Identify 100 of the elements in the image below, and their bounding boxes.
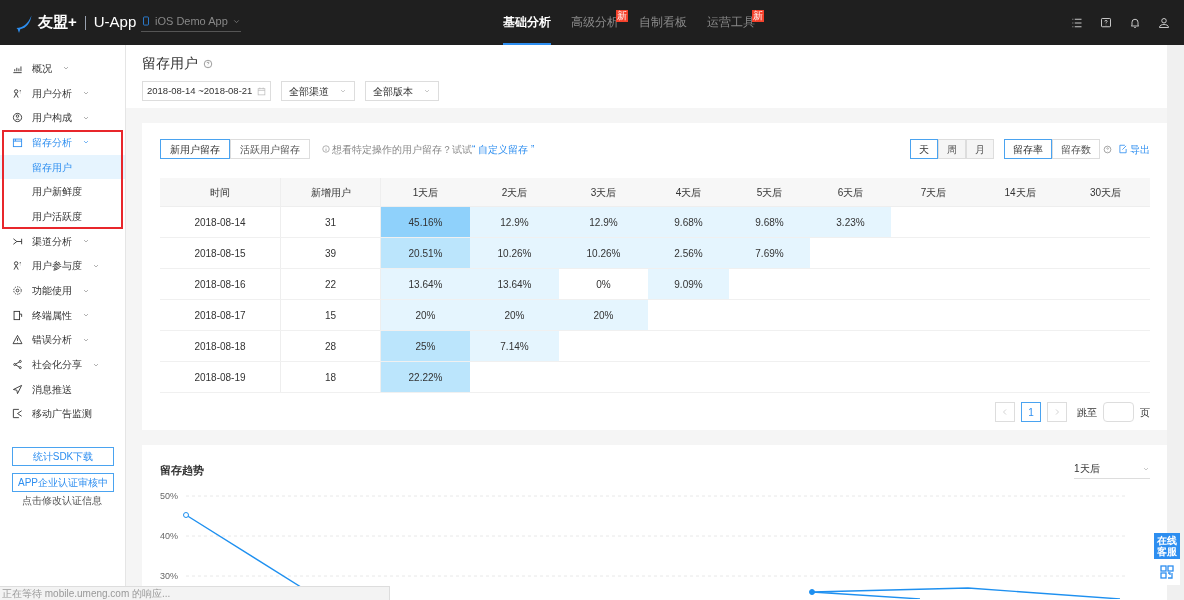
segment-tab[interactable]: 留存数 bbox=[1052, 139, 1100, 159]
jump-label: 跳至 bbox=[1077, 405, 1097, 420]
heatmap-cell: 25% bbox=[381, 331, 470, 361]
calendar-icon bbox=[257, 86, 266, 96]
document-edit-icon bbox=[1118, 144, 1128, 154]
heatmap-cell: 12.9% bbox=[470, 207, 559, 237]
sidebar-button[interactable]: APP企业认证审核中 bbox=[12, 473, 114, 493]
sidebar-item[interactable]: 移动广告监测 bbox=[0, 401, 125, 427]
column-header: 7天后 bbox=[919, 185, 948, 200]
sidebar-item[interactable]: 渠道分析 bbox=[0, 228, 125, 254]
period-dropdown[interactable]: 1天后 bbox=[1074, 461, 1150, 479]
monitor-icon bbox=[12, 408, 23, 420]
new-badge: 新 bbox=[751, 10, 764, 22]
chevron-down-icon bbox=[339, 87, 347, 95]
segment-tab[interactable]: 活跃用户留存 bbox=[230, 139, 310, 159]
sidebar-item[interactable]: 用户参与度 bbox=[0, 253, 125, 279]
product-name: U-App bbox=[93, 12, 137, 33]
sidebar-item[interactable]: 错误分析 bbox=[0, 327, 125, 353]
column-header: 6天后 bbox=[836, 185, 865, 200]
sidebar-item[interactable]: 留存分析 bbox=[0, 130, 125, 155]
new-badge: 新 bbox=[615, 10, 628, 22]
warning-icon bbox=[12, 334, 23, 346]
filter-dropdown[interactable]: 全部渠道 bbox=[281, 81, 355, 101]
calendar-icon bbox=[12, 136, 23, 148]
column-header: 1天后 bbox=[411, 185, 440, 200]
sidebar-item[interactable]: 消息推送 bbox=[0, 376, 125, 402]
column-header: 新增用户 bbox=[281, 178, 381, 206]
heatmap-cell: 7.69% bbox=[729, 238, 810, 268]
sidebar-item[interactable]: 用户分析 bbox=[0, 80, 125, 106]
table-cell: 2018-08-19 bbox=[160, 362, 281, 392]
heatmap-cell: 20% bbox=[470, 300, 559, 330]
phone-icon bbox=[141, 15, 151, 27]
segment-tab[interactable]: 天 bbox=[910, 139, 938, 159]
column-header: 2天后 bbox=[500, 185, 529, 200]
send-icon bbox=[12, 383, 23, 395]
user-icon[interactable] bbox=[1158, 16, 1170, 29]
export-button[interactable]: 导出 bbox=[1118, 141, 1150, 157]
person-icon bbox=[12, 87, 23, 99]
heatmap-cell: 20% bbox=[381, 300, 470, 330]
app-selector[interactable]: iOS Demo App bbox=[141, 12, 241, 33]
table-cell: 2018-08-14 bbox=[160, 207, 281, 237]
help-icon[interactable] bbox=[1100, 16, 1112, 29]
page-unit: 页 bbox=[1140, 405, 1150, 420]
axis-tick-label: 30% bbox=[160, 571, 178, 581]
column-header: 4天后 bbox=[674, 185, 703, 200]
heatmap-cell: 45.16% bbox=[381, 207, 470, 237]
auth-note[interactable]: 点击修改认证信息 bbox=[0, 493, 125, 509]
heatmap-cell: 9.68% bbox=[648, 207, 729, 237]
heatmap-cell: 20% bbox=[559, 300, 648, 330]
heatmap-cell: 13.64% bbox=[381, 269, 470, 299]
sidebar-item[interactable]: 用户构成 bbox=[0, 105, 125, 131]
sidebar-item[interactable]: 功能使用 bbox=[0, 278, 125, 303]
date-range-field[interactable]: 2018-08-14 ~2018-08-21 bbox=[142, 81, 271, 101]
table-cell: 2018-08-16 bbox=[160, 269, 281, 299]
table-cell: 2018-08-18 bbox=[160, 331, 281, 361]
axis-tick-label: 50% bbox=[160, 491, 178, 501]
sidebar-subitem[interactable]: 用户新鲜度 bbox=[0, 179, 125, 205]
share-icon bbox=[12, 359, 23, 371]
page-input-field[interactable] bbox=[1103, 402, 1134, 422]
column-header: 3天后 bbox=[589, 185, 618, 200]
hint-text: 想看特定操作的用户留存？试试 bbox=[332, 142, 472, 157]
segment-tab[interactable]: 新用户留存 bbox=[160, 139, 230, 159]
sidebar-item[interactable]: 概况 bbox=[0, 56, 125, 81]
segment-tab[interactable]: 月 bbox=[966, 139, 994, 159]
logo-text: 友盟+ bbox=[38, 12, 77, 33]
sidebar-button[interactable]: 统计SDK下载 bbox=[12, 447, 114, 467]
heatmap-cell: 12.9% bbox=[559, 207, 648, 237]
heatmap-cell: 22.22% bbox=[381, 362, 470, 392]
column-header: 30天后 bbox=[1088, 185, 1123, 200]
heatmap-cell: 10.26% bbox=[559, 238, 648, 268]
chart-title: 留存趋势 bbox=[160, 462, 204, 478]
sidebar-item[interactable]: 社会化分享 bbox=[0, 352, 125, 377]
bell-icon[interactable] bbox=[1129, 16, 1141, 29]
chevron-down-icon bbox=[423, 87, 431, 95]
heatmap-cell: 9.68% bbox=[729, 207, 810, 237]
qr-code-icon[interactable] bbox=[1159, 564, 1175, 580]
heatmap-cell: 2.56% bbox=[648, 238, 729, 268]
heatmap-cell: 7.14% bbox=[470, 331, 559, 361]
person-circle-icon bbox=[12, 112, 23, 124]
column-header: 5天后 bbox=[755, 185, 784, 200]
sidebar-subitem[interactable]: 用户活跃度 bbox=[0, 204, 125, 229]
heatmap-cell: 10.26% bbox=[470, 238, 559, 268]
device-icon bbox=[12, 309, 23, 321]
table-cell: 2018-08-15 bbox=[160, 238, 281, 268]
gear-icon bbox=[12, 285, 23, 297]
info-icon bbox=[322, 145, 330, 153]
segment-tab[interactable]: 留存率 bbox=[1004, 139, 1052, 159]
axis-tick-label: 40% bbox=[160, 531, 178, 541]
heatmap-cell: 9.09% bbox=[648, 269, 729, 299]
page-title: 留存用户 bbox=[142, 54, 198, 73]
browser-status-bar: 正在等待 mobile.umeng.com 的响应... bbox=[0, 586, 390, 600]
heatmap-cell: 13.64% bbox=[470, 269, 559, 299]
sidebar-item[interactable]: 终端属性 bbox=[0, 302, 125, 328]
filter-dropdown[interactable]: 全部版本 bbox=[365, 81, 439, 101]
nav-tab[interactable]: 自制看板 bbox=[638, 0, 687, 45]
custom-retention-link[interactable]: “ 自定义留存 ” bbox=[472, 141, 535, 157]
table-cell: 2018-08-17 bbox=[160, 300, 281, 330]
segment-tab[interactable]: 周 bbox=[938, 139, 966, 159]
column-header: 14天后 bbox=[1003, 185, 1037, 200]
page-button[interactable]: 1 bbox=[1021, 402, 1041, 422]
